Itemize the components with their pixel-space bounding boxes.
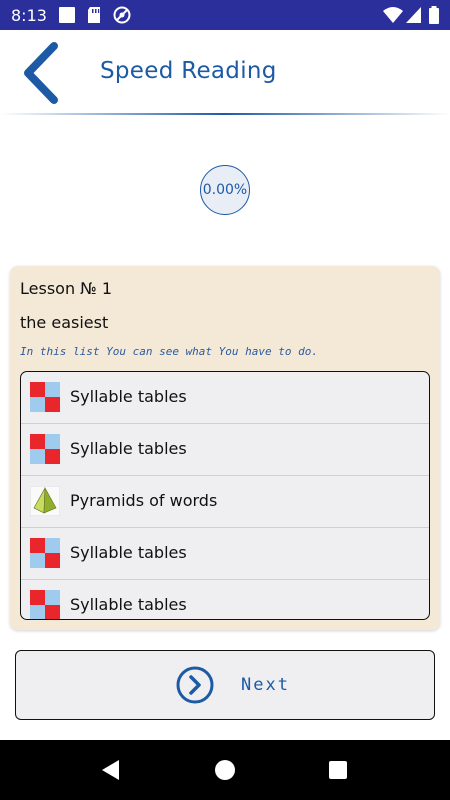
pyramid-icon <box>30 486 60 516</box>
syllable-table-icon <box>30 590 60 619</box>
signal-icon <box>406 7 421 23</box>
next-button-label: Next <box>241 675 290 695</box>
syllable-table-icon <box>30 434 60 464</box>
list-item-label: Pyramids of words <box>70 491 218 510</box>
back-triangle-icon[interactable] <box>99 758 123 782</box>
app-icon <box>59 7 75 23</box>
progress-label: 0.00% <box>202 182 248 198</box>
chevron-right-circle-icon <box>176 666 214 704</box>
list-item[interactable]: Syllable tables <box>21 424 429 476</box>
chevron-left-icon[interactable] <box>18 38 64 108</box>
lesson-card: Lesson № 1 the easiest In this list You … <box>10 266 440 630</box>
list-item-label: Syllable tables <box>70 387 187 406</box>
progress-indicator: 0.00% <box>200 165 250 215</box>
status-time: 8:13 <box>11 6 47 25</box>
wifi-icon <box>383 7 403 23</box>
page-title: Speed Reading <box>100 58 277 84</box>
list-item[interactable]: Pyramids of words <box>21 476 429 528</box>
list-item-label: Syllable tables <box>70 543 187 562</box>
sd-card-icon <box>88 7 100 23</box>
system-nav-bar <box>0 740 450 800</box>
lesson-hint: In this list You can see what You have t… <box>20 345 319 358</box>
list-item[interactable]: Syllable tables <box>21 580 429 619</box>
vpn-icon <box>113 6 131 24</box>
next-button[interactable]: Next <box>15 650 435 720</box>
home-circle-icon[interactable] <box>213 758 237 782</box>
list-item[interactable]: Syllable tables <box>21 528 429 580</box>
lesson-subtitle: the easiest <box>20 313 109 332</box>
list-item[interactable]: Syllable tables <box>21 372 429 424</box>
header-divider <box>0 113 450 115</box>
battery-icon <box>429 6 439 24</box>
lesson-title: Lesson № 1 <box>20 279 113 298</box>
app-bar: Speed Reading <box>0 30 450 116</box>
task-list[interactable]: Syllable tables Syllable tables Pyramids… <box>20 371 430 620</box>
syllable-table-icon <box>30 538 60 568</box>
list-item-label: Syllable tables <box>70 595 187 614</box>
syllable-table-icon <box>30 382 60 412</box>
recents-square-icon[interactable] <box>326 758 350 782</box>
list-item-label: Syllable tables <box>70 439 187 458</box>
status-bar: 8:13 <box>0 0 450 30</box>
